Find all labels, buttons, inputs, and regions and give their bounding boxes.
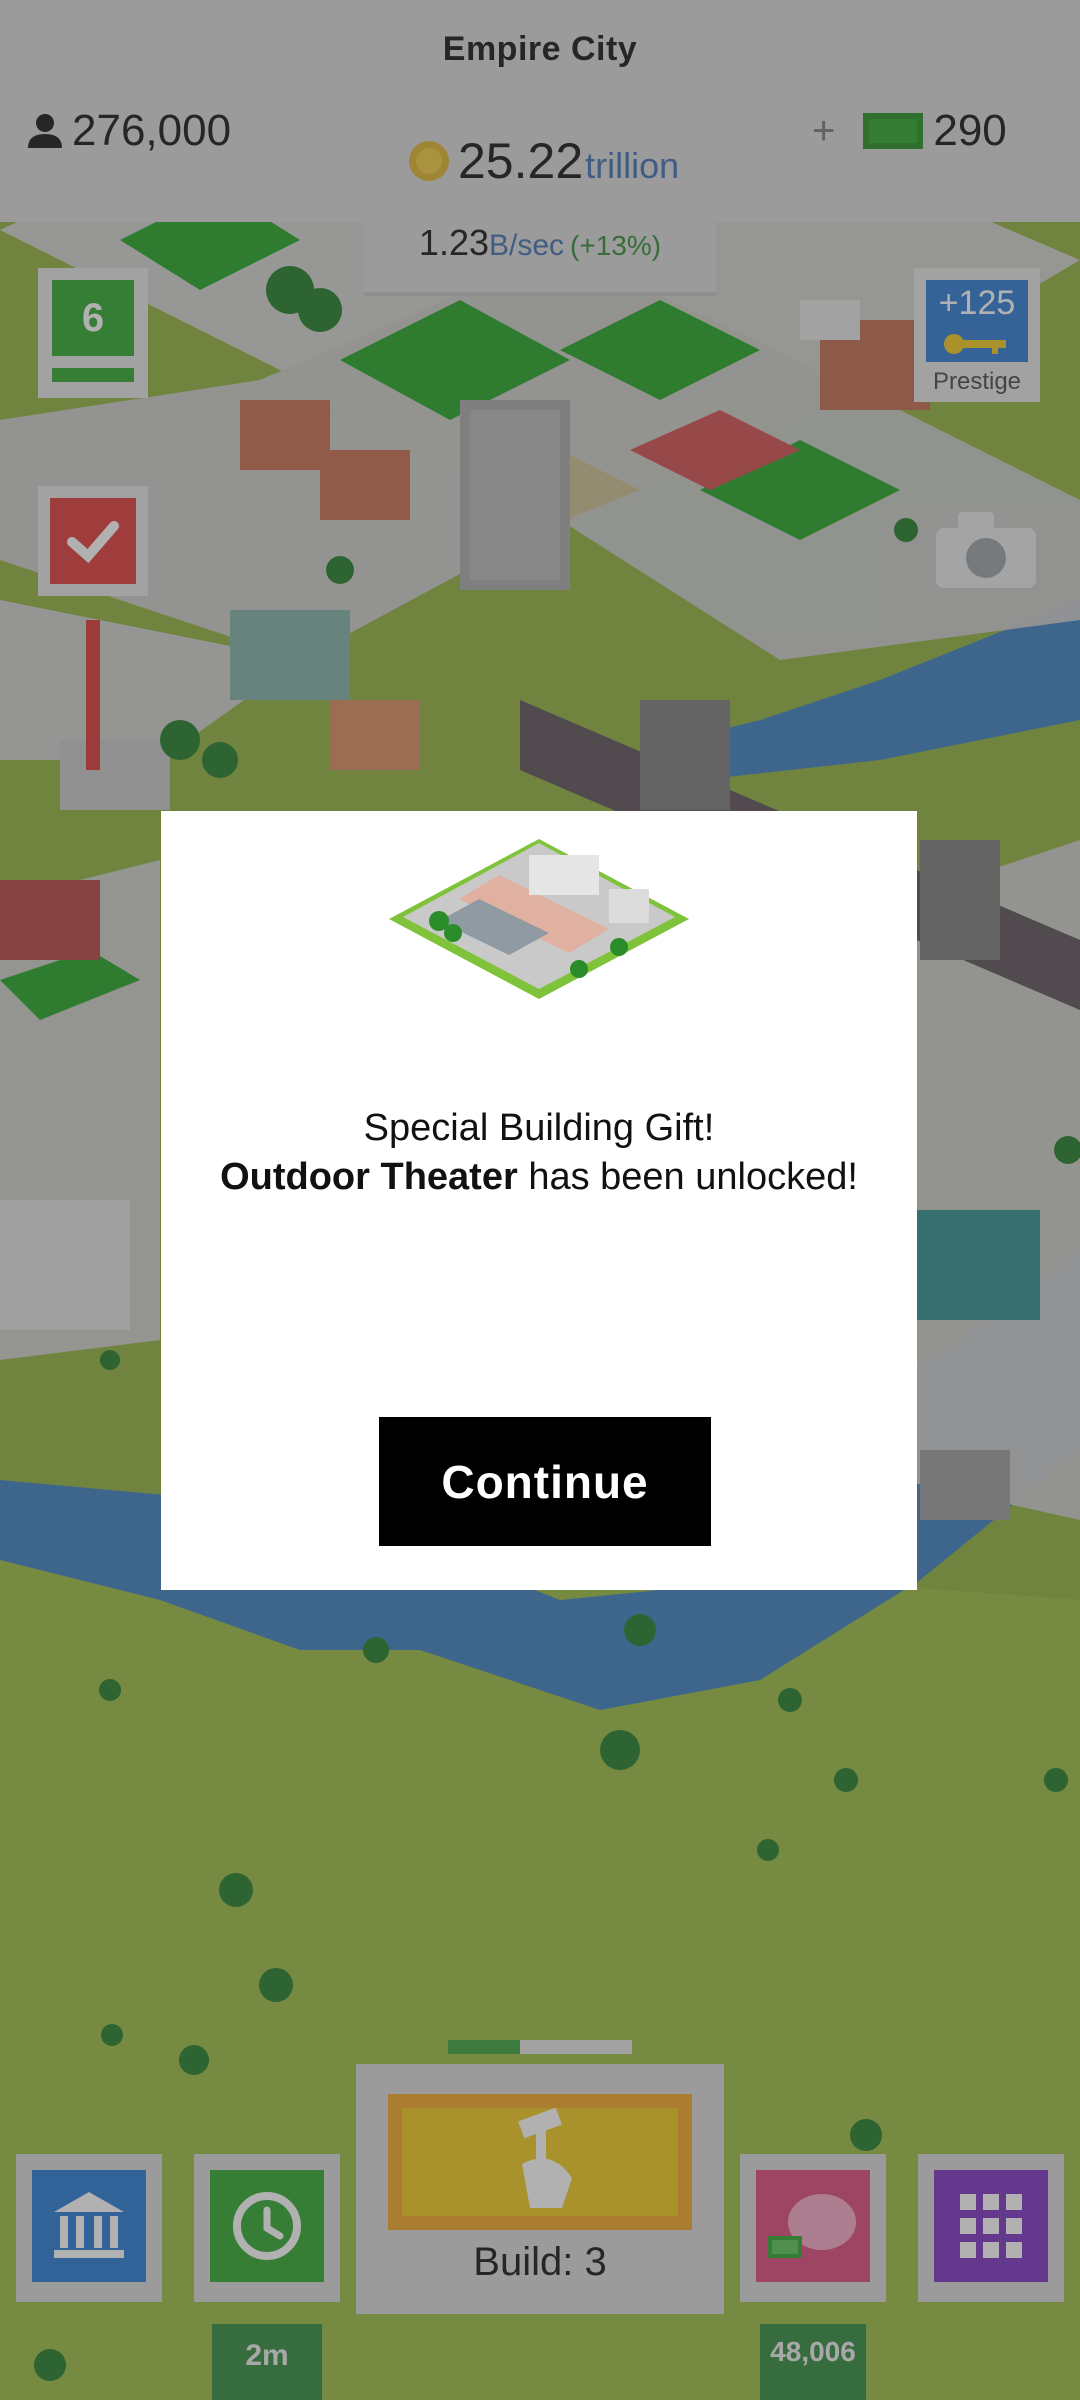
special-gift-dialog: Special Building Gift! Outdoor Theater h… [161,811,917,1590]
dialog-heading: Special Building Gift! [363,1107,715,1149]
dialog-message-suffix: has been unlocked! [517,1156,858,1198]
outdoor-theater-image [389,839,689,999]
building-name: Outdoor Theater [220,1156,518,1198]
dialog-message: Outdoor Theater has been unlocked! [161,1156,917,1199]
continue-button[interactable]: Continue [379,1417,711,1546]
